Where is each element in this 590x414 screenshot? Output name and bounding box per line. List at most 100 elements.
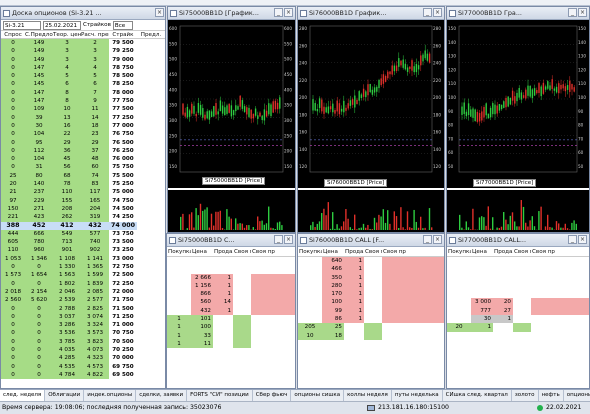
chart-window-1[interactable]: Si75000BB1D [График... _ × 600 600 550 550 500…: [167, 6, 296, 233]
orderbook-price-cell[interactable]: [471, 290, 493, 298]
orderbook-price-cell[interactable]: 86: [322, 315, 344, 324]
orderbook-own-buy-cell[interactable]: [233, 290, 251, 298]
board-cell[interactable]: 77 000: [109, 121, 137, 131]
orderbook-col-header[interactable]: Цена: [322, 247, 344, 256]
board-cell[interactable]: 78 750: [109, 63, 137, 73]
orderbook-col-header[interactable]: Продажа: [344, 247, 364, 256]
board-cell[interactable]: 0: [1, 279, 25, 288]
board-cell[interactable]: 74 500: [109, 204, 137, 214]
orderbook-row[interactable]: [447, 290, 589, 298]
board-cell[interactable]: 147: [25, 97, 53, 106]
board-cell[interactable]: 76 500: [109, 138, 137, 147]
orderbook-row[interactable]: 560 14: [167, 298, 295, 307]
orderbook-buy-cell[interactable]: [167, 290, 191, 298]
minimize-icon[interactable]: _: [568, 8, 577, 17]
board-cell[interactable]: 0: [1, 47, 25, 56]
orderbook-col-header[interactable]: Цена: [471, 247, 493, 256]
board-cell[interactable]: 6: [81, 80, 109, 89]
orderbook-price-cell[interactable]: 777: [471, 306, 493, 316]
orderbook-row[interactable]: 99 1: [298, 306, 444, 316]
volume-chart[interactable]: [447, 190, 589, 232]
board-cell[interactable]: 412: [53, 221, 81, 230]
orderbook-buy-cell[interactable]: [447, 290, 471, 298]
board-cell[interactable]: 29: [53, 138, 81, 147]
board-cell[interactable]: 73 250: [109, 246, 137, 255]
orderbook-col-header[interactable]: Продажа: [493, 247, 513, 256]
board-row[interactable]: 004 535 4 573 69 750: [1, 362, 165, 371]
orderbook-sell-cell[interactable]: 1: [344, 281, 364, 291]
orderbook-row[interactable]: [167, 265, 295, 273]
board-cell[interactable]: 78 500: [109, 72, 137, 81]
board-cell[interactable]: 740: [81, 238, 109, 247]
orderbook-sell-cell[interactable]: [493, 274, 513, 282]
board-cell[interactable]: 97: [1, 196, 25, 205]
orderbook-buy-cell[interactable]: [298, 274, 322, 282]
board-cell[interactable]: 4 285: [53, 354, 81, 363]
board-cell[interactable]: 0: [1, 370, 25, 380]
board-cell[interactable]: 4 784: [53, 370, 81, 380]
board-cell[interactable]: 75 000: [109, 188, 137, 197]
orderbook-own-buy-cell[interactable]: [233, 307, 251, 315]
board-cell[interactable]: 319: [81, 213, 109, 222]
board-cell[interactable]: 4: [81, 63, 109, 73]
orderbook-buy-cell[interactable]: [447, 307, 471, 315]
board-cell[interactable]: 2 539: [53, 296, 81, 305]
board-row[interactable]: 003 286 3 324 71 000: [1, 321, 165, 330]
board-cell[interactable]: 150: [1, 204, 25, 214]
orderbook-row[interactable]: 3 000 20: [447, 298, 589, 307]
orderbook-buy-cell[interactable]: [447, 257, 471, 265]
orderbook-row[interactable]: 280 1: [298, 281, 444, 291]
orderbook-col-header[interactable]: Покупка: [447, 247, 471, 256]
board-cell[interactable]: 73 750: [109, 229, 137, 239]
board-cell[interactable]: 70 000: [109, 354, 137, 363]
orderbook-own-sell-cell[interactable]: [382, 332, 444, 340]
board-row[interactable]: 004 784 4 822 69 500: [1, 370, 165, 380]
board-cell[interactable]: 2 085: [81, 287, 109, 297]
board-cell[interactable]: 30: [25, 121, 53, 131]
orderbook-buy-cell[interactable]: [298, 298, 322, 306]
board-cell[interactable]: 262: [53, 213, 81, 222]
board-cell[interactable]: 0: [25, 362, 53, 371]
orderbook-price-cell[interactable]: 100: [191, 323, 213, 332]
board-row[interactable]: 0 147 8 7 78 000: [1, 88, 165, 98]
volume-chart[interactable]: [298, 190, 444, 232]
board-row[interactable]: 444 666 549 577 73 750: [1, 229, 165, 239]
orderbook-sell-cell[interactable]: [493, 257, 513, 265]
col-calc[interactable]: Расч. прем.: [81, 31, 109, 38]
orderbook-sell-cell[interactable]: [213, 340, 233, 348]
board-cell[interactable]: 78 250: [109, 80, 137, 89]
orderbook-buy-cell[interactable]: [167, 298, 191, 306]
board-row[interactable]: 0 95 29 29 76 500: [1, 138, 165, 147]
orderbook-own-sell-cell[interactable]: [531, 282, 589, 290]
orderbook-own-sell-cell[interactable]: [382, 290, 444, 299]
workspace-tab[interactable]: FORTS "СИ" позиции: [187, 390, 253, 401]
orderbook-own-sell-cell[interactable]: [251, 265, 295, 273]
orderbook-titlebar[interactable]: Si76000BB1D CALL [F... _ ×: [298, 234, 444, 247]
board-cell[interactable]: 0: [25, 312, 53, 322]
board-cell[interactable]: 117: [81, 188, 109, 197]
orderbook-own-sell-cell[interactable]: [382, 306, 444, 316]
board-cell[interactable]: 2 560: [1, 296, 25, 305]
board-row[interactable]: 0 39 13 14 77 250: [1, 113, 165, 122]
orderbook-buy-cell[interactable]: [447, 298, 471, 306]
workspace-tab[interactable]: Сбер фьюч: [253, 390, 292, 401]
orderbook-own-buy-cell[interactable]: [513, 323, 531, 332]
orderbook-buy-cell[interactable]: [447, 315, 471, 323]
board-cell[interactable]: 0: [1, 97, 25, 106]
options-board-window[interactable]: Доска опционов (Si-3.21 ... × Si-3.21 25…: [0, 6, 166, 389]
board-cell[interactable]: 71 000: [109, 321, 137, 330]
board-cell[interactable]: 901: [53, 246, 81, 255]
orderbook-price-cell[interactable]: [471, 274, 493, 282]
orderbook-buy-cell[interactable]: [447, 282, 471, 290]
board-row[interactable]: 0 149 3 3 79 250: [1, 47, 165, 56]
orderbook-titlebar[interactable]: Si75000BB1D C... _ ×: [167, 234, 295, 247]
orderbook-row[interactable]: 86 1: [298, 315, 444, 324]
board-row[interactable]: 0 147 8 9 77 750: [1, 97, 165, 106]
board-cell[interactable]: 7: [81, 88, 109, 98]
orderbook-price-cell[interactable]: 3 000: [471, 298, 493, 307]
orderbook-buy-cell[interactable]: [298, 265, 322, 273]
orderbook-sell-cell[interactable]: 1: [344, 306, 364, 316]
board-row[interactable]: 0 145 5 5 78 500: [1, 72, 165, 81]
orderbook-price-cell[interactable]: [471, 257, 493, 265]
orderbook-sell-cell[interactable]: 1: [213, 306, 233, 316]
